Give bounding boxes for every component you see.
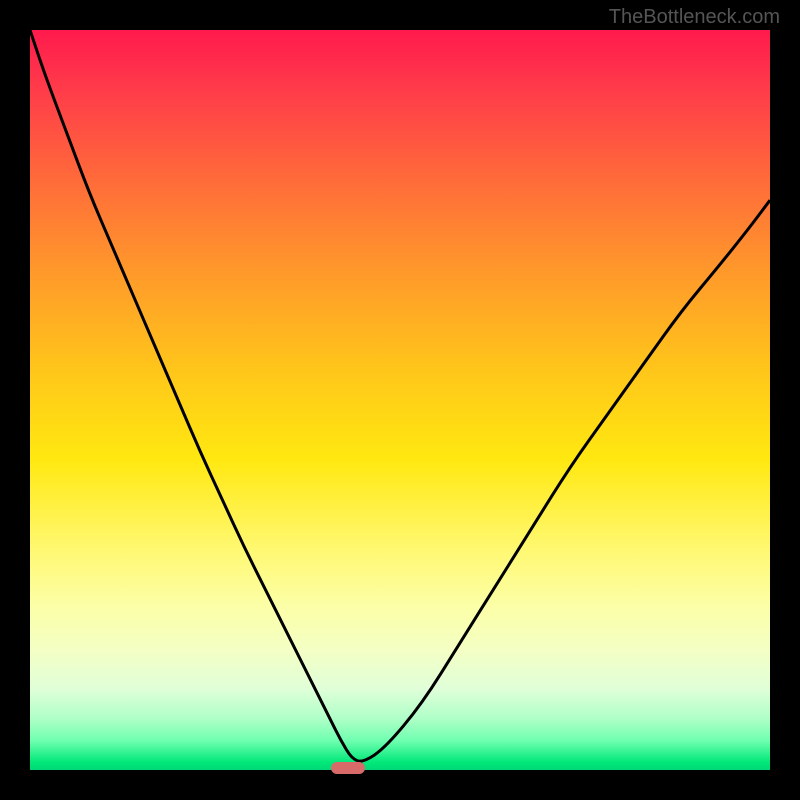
bottleneck-curve — [30, 30, 770, 770]
minimum-marker — [331, 762, 365, 774]
watermark-text: TheBottleneck.com — [609, 6, 780, 29]
chart-plot-area — [30, 30, 770, 770]
